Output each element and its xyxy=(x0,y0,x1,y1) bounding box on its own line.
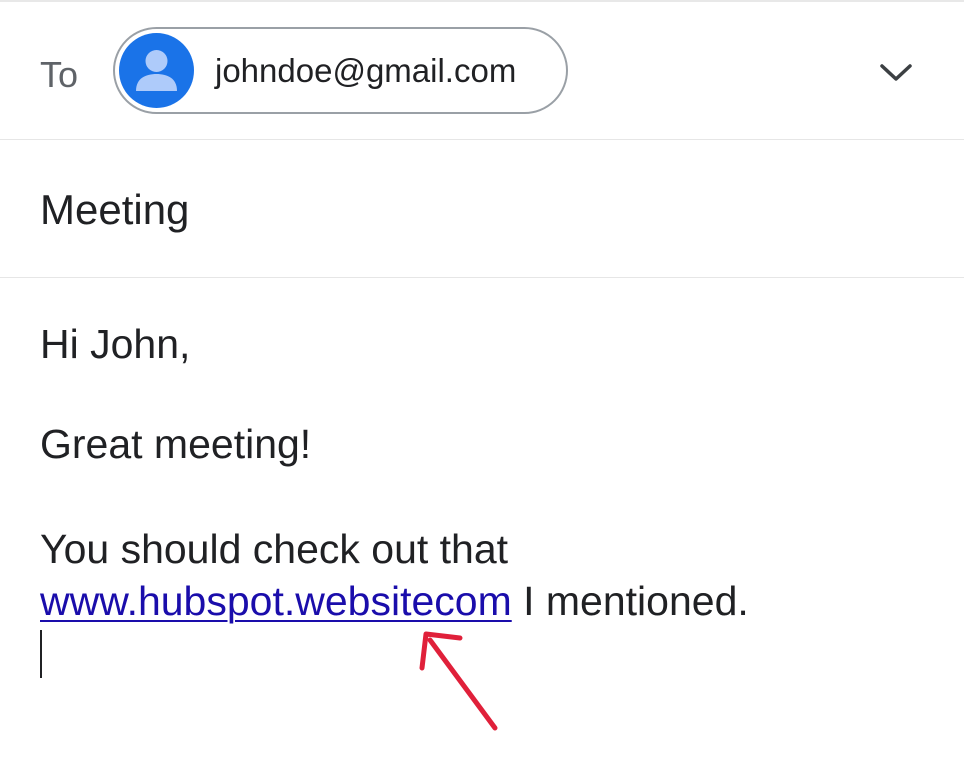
text-cursor xyxy=(40,630,42,678)
chevron-down-icon[interactable] xyxy=(876,58,916,86)
body-line-3: You should check out that xyxy=(40,526,509,572)
body-greeting: Hi John, xyxy=(40,321,191,367)
body-line-4: www.hubspot.websitecom I mentioned. xyxy=(40,575,749,628)
hubspot-link[interactable]: www.hubspot.websitecom xyxy=(40,578,512,624)
subject-row[interactable]: Meeting xyxy=(0,140,964,278)
to-row: To johndoe@gmail.com xyxy=(0,2,964,140)
to-label: To xyxy=(40,54,79,95)
subject-field[interactable]: Meeting xyxy=(40,187,189,233)
red-arrow-annotation xyxy=(400,620,520,740)
person-avatar-icon xyxy=(119,33,194,108)
recipient-email: johndoe@gmail.com xyxy=(215,52,517,89)
body-after-link: I mentioned. xyxy=(511,578,749,624)
body-line-2: Great meeting! xyxy=(40,421,312,467)
recipient-chip[interactable]: johndoe@gmail.com xyxy=(113,27,568,114)
